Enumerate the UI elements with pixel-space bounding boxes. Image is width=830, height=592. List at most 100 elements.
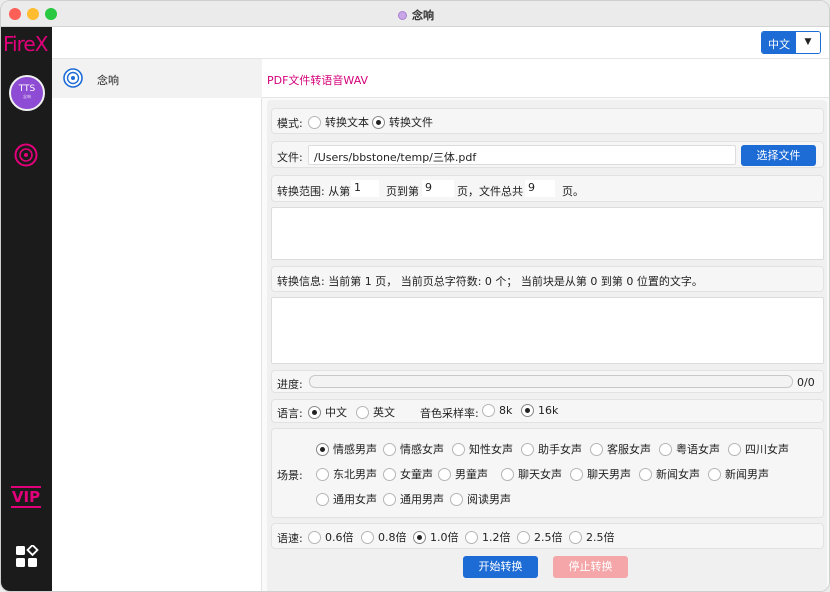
sample-rate-label: 音色采样率: — [420, 407, 479, 420]
tts-nav-button[interactable]: TTS 念响 — [9, 75, 45, 111]
radio-button[interactable] — [316, 468, 329, 481]
range-to-label: 页到第 — [386, 185, 419, 198]
radio-button[interactable] — [501, 468, 514, 481]
scene-option[interactable]: 通用女声 — [316, 491, 377, 507]
start-conversion-button[interactable]: 开始转换 — [463, 556, 538, 578]
language-option-chinese-label: 中文 — [325, 406, 347, 419]
progress-row: 进度: 0/0 — [271, 370, 824, 393]
choose-file-button[interactable]: 选择文件 — [741, 145, 816, 166]
radio-button[interactable] — [383, 493, 396, 506]
scene-option[interactable]: 情感女声 — [383, 441, 444, 457]
scene-option[interactable]: 阅读男声 — [450, 491, 511, 507]
radio-button[interactable] — [383, 468, 396, 481]
radio-button[interactable] — [316, 493, 329, 506]
mode-option-text-label: 转换文本 — [325, 116, 369, 129]
radio-button[interactable] — [450, 493, 463, 506]
scene-option[interactable]: 助手女声 — [521, 441, 582, 457]
scene-option[interactable]: 情感男声 — [316, 441, 377, 457]
radio-button-selected[interactable] — [521, 404, 534, 417]
scene-row: 场景: 情感男声 情感女声 知性女声 助手女声 客服女声 粤语女声 四川女声 东… — [271, 428, 824, 518]
chevron-down-icon[interactable]: ▼ — [796, 32, 820, 53]
language-option-english[interactable]: 英文 — [356, 404, 395, 420]
scene-option[interactable]: 通用男声 — [383, 491, 444, 507]
scene-option-label: 阅读男声 — [467, 493, 511, 506]
title-bar: 念响 — [1, 1, 829, 27]
scene-option-label: 助手女声 — [538, 443, 582, 456]
sample-rate-option-8k[interactable]: 8k — [482, 404, 512, 417]
radio-button[interactable] — [639, 468, 652, 481]
radio-button[interactable] — [308, 116, 321, 129]
radio-button[interactable] — [465, 531, 478, 544]
radio-button-selected[interactable] — [316, 443, 329, 456]
radio-button[interactable] — [659, 443, 672, 456]
scene-option[interactable]: 男童声 — [438, 466, 488, 482]
radio-button[interactable] — [452, 443, 465, 456]
scene-option[interactable]: 客服女声 — [590, 441, 651, 457]
scene-option[interactable]: 新闻男声 — [708, 466, 769, 482]
radio-button[interactable] — [361, 531, 374, 544]
speed-option[interactable]: 1.0倍 — [413, 529, 459, 545]
disc-icon — [63, 68, 83, 88]
radio-button[interactable] — [521, 443, 534, 456]
stop-conversion-button[interactable]: 停止转换 — [553, 556, 628, 578]
scene-option[interactable]: 聊天女声 — [501, 466, 562, 482]
radio-button[interactable] — [438, 468, 451, 481]
radio-button[interactable] — [356, 406, 369, 419]
radio-button[interactable] — [383, 443, 396, 456]
radio-button[interactable] — [728, 443, 741, 456]
radio-button[interactable] — [569, 531, 582, 544]
radio-button[interactable] — [308, 531, 321, 544]
scene-option[interactable]: 聊天男声 — [570, 466, 631, 482]
range-total-label: 页，文件总共 — [457, 185, 523, 198]
range-from-input[interactable]: 1 — [351, 180, 379, 197]
speed-option-label: 0.8倍 — [378, 531, 407, 544]
radio-button[interactable] — [482, 404, 495, 417]
sample-rate-option-16k[interactable]: 16k — [521, 404, 558, 417]
top-bar: 中文 ▼ — [52, 27, 829, 59]
range-row: 转换范围: 从第 1 页到第 9 页，文件总共 9 页。 — [271, 175, 824, 202]
speed-option-label: 2.5倍 — [534, 531, 563, 544]
scene-option-label: 通用女声 — [333, 493, 377, 506]
scene-option-label: 男童声 — [455, 468, 488, 481]
sample-rate-16k-label: 16k — [538, 404, 559, 417]
scene-option[interactable]: 女童声 — [383, 466, 433, 482]
content-area: 模式: 转换文本 转换文件 文件: /Users/bbstone/temp/三体… — [267, 100, 827, 591]
radio-button[interactable] — [590, 443, 603, 456]
scene-option-label: 知性女声 — [469, 443, 513, 456]
mode-option-text[interactable]: 转换文本 — [308, 114, 369, 130]
radio-button-selected[interactable] — [308, 406, 321, 419]
file-path-field[interactable]: /Users/bbstone/temp/三体.pdf — [308, 145, 736, 165]
scene-option[interactable]: 新闻女声 — [639, 466, 700, 482]
speed-option[interactable]: 1.2倍 — [465, 529, 511, 545]
current-chunk-text-area[interactable] — [271, 297, 824, 364]
scene-option[interactable]: 知性女声 — [452, 441, 513, 457]
vip-button[interactable]: VIP — [11, 486, 41, 508]
radio-button-selected[interactable] — [372, 116, 385, 129]
radio-button[interactable] — [708, 468, 721, 481]
range-to-input[interactable]: 9 — [422, 180, 454, 197]
disc-icon[interactable] — [14, 143, 38, 167]
apps-grid-icon[interactable] — [15, 545, 39, 569]
language-option-chinese[interactable]: 中文 — [308, 404, 347, 420]
scene-option-label: 东北男声 — [333, 468, 377, 481]
mode-option-file[interactable]: 转换文件 — [372, 114, 433, 130]
speed-option-label: 2.5倍 — [586, 531, 615, 544]
radio-button[interactable] — [517, 531, 530, 544]
language-select[interactable]: 中文 ▼ — [761, 31, 821, 54]
speed-option[interactable]: 2.5倍 — [517, 529, 563, 545]
radio-button-selected[interactable] — [413, 531, 426, 544]
scene-option-label: 粤语女声 — [676, 443, 720, 456]
sidebar-item-nianxiang[interactable]: 念响 — [52, 59, 262, 98]
scene-label: 场景: — [277, 469, 303, 482]
progress-bar — [309, 375, 793, 388]
source-text-area[interactable] — [271, 207, 824, 260]
scene-option[interactable]: 东北男声 — [316, 466, 377, 482]
window-title-text: 念响 — [412, 9, 434, 22]
radio-button[interactable] — [570, 468, 583, 481]
scene-option[interactable]: 粤语女声 — [659, 441, 720, 457]
scene-option[interactable]: 四川女声 — [728, 441, 789, 457]
speed-option[interactable]: 0.6倍 — [308, 529, 354, 545]
speed-option[interactable]: 2.5倍 — [569, 529, 615, 545]
speed-option[interactable]: 0.8倍 — [361, 529, 407, 545]
app-icon — [398, 11, 407, 20]
